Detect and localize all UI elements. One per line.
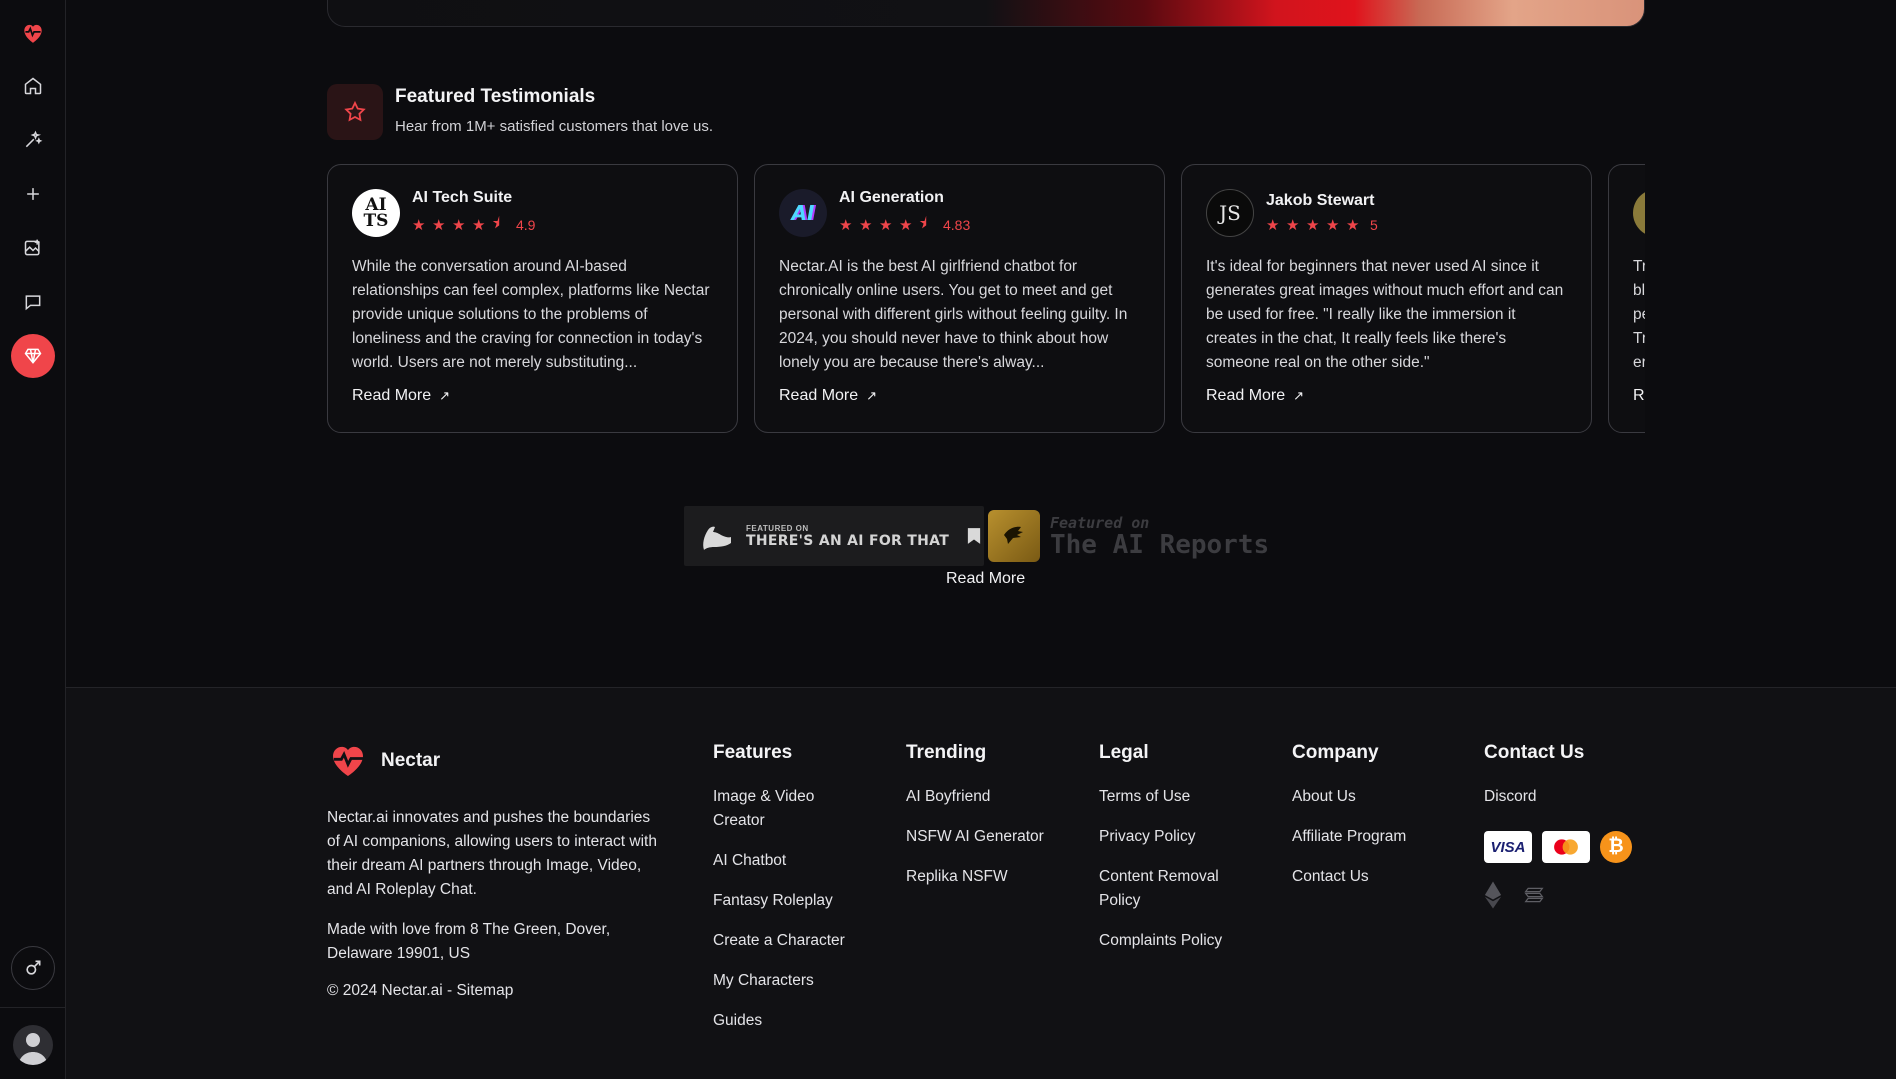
footer-link[interactable]: Affiliate Program <box>1292 825 1452 849</box>
footer: Nectar Nectar.ai innovates and pushes th… <box>66 687 1896 1079</box>
the-ai-reports-badge[interactable]: Featured on The AI Reports <box>988 510 1288 562</box>
star-rating: ★ ★ ★ ★ ★ 5 <box>1266 217 1378 234</box>
ethereum-icon <box>1484 881 1502 909</box>
reviewer-name: Jakob Stewart <box>1266 192 1375 209</box>
heart-pulse-logo-icon <box>333 746 363 776</box>
badge-small-text: FEATURED ON <box>746 523 809 533</box>
testimonial-text: While the conversation around AI-based r… <box>352 258 710 371</box>
rating-value: 4.83 <box>943 217 971 233</box>
gender-male-icon[interactable] <box>11 946 55 990</box>
read-more-link[interactable]: Read More ↗ <box>779 387 1140 405</box>
reviewer-logo <box>1633 189 1645 237</box>
arm-icon <box>703 526 731 550</box>
footer-link[interactable]: Content Removal Policy <box>1099 865 1249 913</box>
footer-link[interactable]: Terms of Use <box>1099 785 1249 809</box>
footer-link[interactable]: Fantasy Roleplay <box>713 889 863 913</box>
footer-brand[interactable]: Nectar <box>327 741 440 781</box>
star-rating: ★ ★ ★ ★ ⯨ 4.83 <box>839 214 971 235</box>
payment-methods: VISA ₿ <box>1484 831 1632 863</box>
footer-link[interactable]: Replika NSFW <box>906 865 1076 889</box>
footer-col-title: Contact Us <box>1484 742 1585 763</box>
home-icon[interactable] <box>11 64 55 108</box>
footer-link[interactable]: NSFW AI Generator <box>906 825 1076 849</box>
footer-link[interactable]: Create a Character <box>713 929 863 953</box>
read-more-link[interactable]: Read More <box>1633 387 1645 405</box>
testimonial-text: It's ideal for beginners that never used… <box>1206 258 1564 371</box>
badge-title: THERE'S AN AI FOR THAT <box>746 532 950 549</box>
testimonial-card-partial: TrblpeTrer Read More <box>1608 164 1645 433</box>
footer-link[interactable]: Discord <box>1484 785 1644 809</box>
bitcoin-icon: ₿ <box>1600 831 1632 863</box>
crypto-methods <box>1484 880 1544 910</box>
footer-address: Made with love from 8 The Green, Dover, … <box>327 921 611 962</box>
arrow-up-right-icon: ↗ <box>866 388 878 403</box>
brand-name: Nectar <box>381 750 441 771</box>
rating-value: 5 <box>1370 217 1378 233</box>
footer-col-trending: Trending AI Boyfriend NSFW AI Generator … <box>906 742 1076 905</box>
heart-logo-icon[interactable] <box>11 11 55 55</box>
footer-link[interactable]: Image & Video Creator <box>713 785 863 833</box>
plus-icon[interactable] <box>11 172 55 216</box>
footer-link[interactable]: Privacy Policy <box>1099 825 1249 849</box>
ai-generation-logo: AI <box>779 189 827 237</box>
footer-col-title: Features <box>713 742 793 763</box>
footer-description: Nectar.ai innovates and pushes the bound… <box>327 809 657 898</box>
testimonial-card: AI TS AI Tech Suite ★ ★ ★ ★ ⯨ 4.9 While the c… <box>327 164 738 433</box>
section-title: Featured Testimonials <box>395 86 596 107</box>
testimonial-card: JS Jakob Stewart ★ ★ ★ ★ ★ 5 It's ideal for b… <box>1181 164 1592 433</box>
footer-col-title: Trending <box>906 742 987 763</box>
user-avatar[interactable] <box>13 1025 53 1065</box>
arrow-up-right-icon: ↗ <box>1293 388 1305 403</box>
testimonial-text: Nectar.AI is the best AI girlfriend chat… <box>779 258 1128 371</box>
footer-col-title: Legal <box>1099 742 1149 763</box>
testimonial-card: AI AI Generation ★ ★ ★ ★ ⯨ 4.83 Nectar.AI is … <box>754 164 1165 433</box>
footer-link[interactable]: Contact Us <box>1292 865 1452 889</box>
footer-link[interactable]: AI Boyfriend <box>906 785 1076 809</box>
testimonial-text: TrblpeTrer <box>1633 258 1645 371</box>
visa-icon: VISA <box>1484 831 1532 863</box>
footer-link[interactable]: About Us <box>1292 785 1452 809</box>
ai-tech-suite-logo: AI TS <box>352 189 400 237</box>
image-edit-icon[interactable] <box>11 226 55 270</box>
reviewer-name: AI Generation <box>839 188 944 206</box>
bookmark-icon <box>967 528 981 544</box>
section-subtitle: Hear from 1M+ satisfied customers that l… <box>395 118 714 135</box>
footer-col-legal: Legal Terms of Use Privacy Policy Conten… <box>1099 742 1249 969</box>
sidebar <box>0 0 66 1079</box>
arrow-up-right-icon: ↗ <box>439 388 451 403</box>
star-rating: ★ ★ ★ ★ ⯨ 4.9 <box>412 214 536 235</box>
hero-banner-bottom <box>327 0 1645 27</box>
jakob-stewart-avatar: JS <box>1206 189 1254 237</box>
read-more-link[interactable]: Read More ↗ <box>1206 387 1567 405</box>
reviewer-name: AI Tech Suite <box>412 188 513 206</box>
mastercard-icon <box>1542 831 1590 863</box>
sidebar-divider <box>0 1007 66 1008</box>
footer-col-title: Company <box>1292 742 1379 763</box>
footer-copyright[interactable]: © 2024 Nectar.ai - Sitemap <box>327 982 513 1000</box>
sparkle-wand-icon[interactable] <box>11 118 55 162</box>
footer-col-features: Features Image & Video Creator AI Chatbo… <box>713 742 863 1049</box>
read-more-link[interactable]: Read More ↗ <box>352 387 713 405</box>
footer-link[interactable]: AI Chatbot <box>713 849 863 873</box>
chat-icon[interactable] <box>11 280 55 324</box>
ai-reports-logo-icon <box>988 510 1040 562</box>
badge-title: The AI Reports <box>1050 530 1270 560</box>
premium-gem-icon[interactable] <box>11 334 55 378</box>
rating-value: 4.9 <box>516 217 536 233</box>
featured-read-more-link[interactable]: Read More <box>946 570 1025 588</box>
theres-an-ai-for-that-badge[interactable]: FEATURED ON THERE'S AN AI FOR THAT <box>684 506 984 566</box>
solana-icon <box>1524 887 1544 903</box>
footer-col-contact: Contact Us Discord <box>1484 742 1644 825</box>
footer-link[interactable]: My Characters <box>713 969 863 993</box>
footer-link[interactable]: Guides <box>713 1009 863 1033</box>
footer-link[interactable]: Complaints Policy <box>1099 929 1249 953</box>
testimonials-carousel[interactable]: AI TS AI Tech Suite ★ ★ ★ ★ ⯨ 4.9 While the c… <box>327 164 1645 434</box>
star-icon <box>327 84 383 140</box>
footer-col-company: Company About Us Affiliate Program Conta… <box>1292 742 1452 905</box>
